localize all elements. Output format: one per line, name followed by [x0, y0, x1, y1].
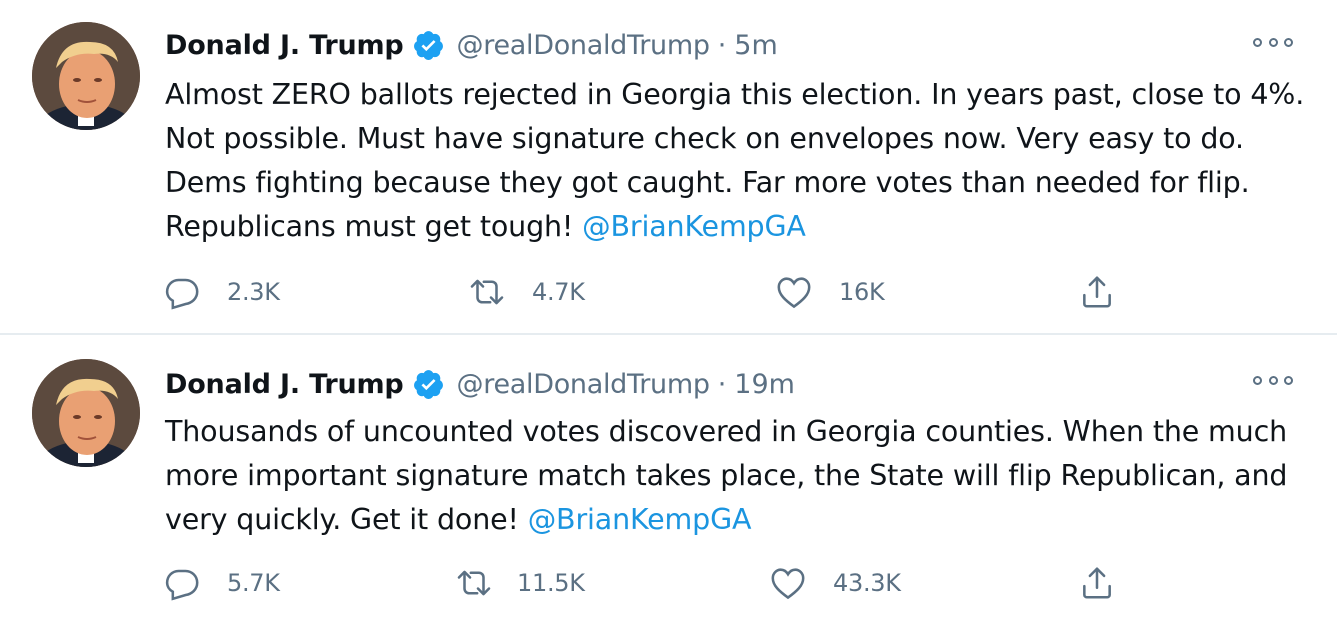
retweet-count: 11.5K: [517, 569, 585, 597]
tweet-header: Donald J. Trump @realDonaldTrump · 5m: [165, 25, 778, 65]
like-count: 16K: [839, 278, 885, 306]
share-icon: [1083, 567, 1111, 599]
share-button[interactable]: [1078, 563, 1116, 603]
reply-icon: [165, 278, 199, 310]
share-button[interactable]: [1078, 272, 1116, 312]
like-button[interactable]: 16K: [775, 272, 885, 312]
reply-button[interactable]: 5.7K: [163, 563, 280, 603]
author-name[interactable]: Donald J. Trump: [165, 30, 404, 61]
more-options-icon[interactable]: [1253, 32, 1293, 52]
heart-icon: [771, 568, 805, 600]
mention-link[interactable]: @BrianKempGA: [528, 503, 752, 536]
reply-button[interactable]: 2.3K: [163, 272, 280, 312]
avatar[interactable]: [32, 22, 140, 130]
verified-badge-icon: [412, 368, 445, 401]
avatar-portrait-icon: [32, 22, 140, 130]
retweet-button[interactable]: 4.7K: [468, 272, 585, 312]
reply-count: 5.7K: [227, 569, 280, 597]
retweet-icon: [470, 279, 504, 305]
timestamp[interactable]: 5m: [734, 30, 777, 61]
tweet[interactable]: Donald J. Trump @realDonaldTrump · 19m T…: [0, 335, 1337, 623]
avatar-portrait-icon: [32, 359, 140, 467]
reply-icon: [165, 569, 199, 601]
heart-icon: [777, 277, 811, 309]
retweet-count: 4.7K: [532, 278, 585, 306]
verified-badge-icon: [412, 29, 445, 62]
more-options-icon[interactable]: [1253, 370, 1293, 390]
author-handle[interactable]: @realDonaldTrump: [457, 369, 710, 400]
separator-dot: ·: [717, 368, 727, 400]
retweet-button[interactable]: 11.5K: [455, 563, 585, 603]
author-name[interactable]: Donald J. Trump: [165, 369, 404, 400]
like-button[interactable]: 43.3K: [769, 563, 901, 603]
like-count: 43.3K: [833, 569, 901, 597]
tweet-timeline: Donald J. Trump @realDonaldTrump · 5m Al…: [0, 0, 1337, 623]
reply-count: 2.3K: [227, 278, 280, 306]
mention-link[interactable]: @BrianKempGA: [582, 210, 806, 243]
separator-dot: ·: [717, 29, 727, 61]
retweet-icon: [457, 570, 491, 596]
tweet-text: Almost ZERO ballots rejected in Georgia …: [165, 73, 1315, 249]
tweet-header: Donald J. Trump @realDonaldTrump · 19m: [165, 364, 795, 404]
share-icon: [1083, 276, 1111, 308]
tweet[interactable]: Donald J. Trump @realDonaldTrump · 5m Al…: [0, 0, 1337, 335]
author-handle[interactable]: @realDonaldTrump: [457, 30, 710, 61]
timestamp[interactable]: 19m: [734, 369, 795, 400]
avatar[interactable]: [32, 359, 140, 467]
tweet-text: Thousands of uncounted votes discovered …: [165, 410, 1315, 542]
